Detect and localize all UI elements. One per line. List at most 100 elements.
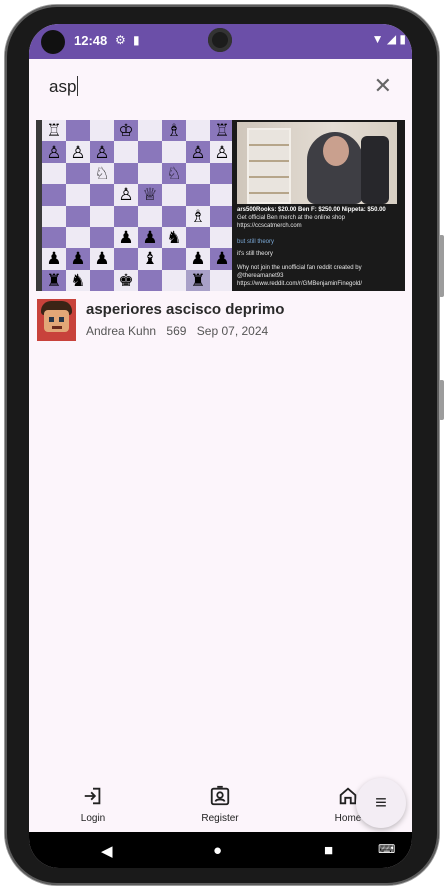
board-square bbox=[210, 205, 234, 227]
board-square bbox=[210, 226, 234, 249]
home-circle-icon[interactable]: ● bbox=[213, 842, 222, 859]
board-square bbox=[186, 162, 210, 185]
board-square bbox=[138, 120, 162, 142]
board-square: ♟ bbox=[114, 226, 138, 249]
video-list-item[interactable]: asperiores ascisco deprimo Andrea Kuhn 5… bbox=[37, 299, 407, 343]
video-thumbnail[interactable]: ♖ ♔ ♗ ♖ ♙ ♙ ♙ ♙ ♙ ♘ ♘ ♙ ♕ ♗ ♟ ♟ ♞ ♟ ♟ ♟ ♝ ♟ ♟ ♜ ♞ ♚ ♜ ars500Rooks:… bbox=[36, 120, 405, 291]
board-square bbox=[66, 162, 90, 185]
volume-button bbox=[439, 235, 444, 297]
board-square: ♙ bbox=[210, 141, 234, 163]
video-title[interactable]: asperiores ascisco deprimo bbox=[86, 301, 284, 318]
text-caret bbox=[77, 76, 79, 96]
board-square: ♟ bbox=[66, 248, 90, 270]
chat-line: ars500Rooks: $20.00 Ben F: $250.00 Nippe… bbox=[237, 207, 386, 213]
board-square: ♔ bbox=[114, 120, 138, 142]
board-square bbox=[90, 269, 114, 291]
board-square: ♕ bbox=[138, 184, 162, 206]
board-square: ♟ bbox=[42, 248, 66, 270]
login-icon bbox=[84, 787, 101, 805]
board-square bbox=[186, 120, 210, 142]
publish-date: Sep 07, 2024 bbox=[196, 324, 269, 338]
board-square: ♟ bbox=[90, 248, 114, 270]
chat-line: https://www.reddit.com/r/GMBenjaminFineg… bbox=[237, 281, 363, 287]
chat-line: but still theory bbox=[237, 239, 275, 245]
stream-panel: ars500Rooks: $20.00 Ben F: $250.00 Nippe… bbox=[232, 120, 405, 291]
board-square bbox=[66, 226, 90, 249]
author-name[interactable]: Andrea Kuhn bbox=[86, 324, 156, 338]
keyboard-icon[interactable]: ⌨ bbox=[378, 842, 395, 856]
webcam-view bbox=[237, 122, 397, 204]
signal-icon: ◢ bbox=[386, 32, 397, 46]
board-square bbox=[90, 205, 114, 227]
video-meta: Andrea Kuhn 569 Sep 07, 2024 bbox=[86, 324, 275, 338]
chat-overlay: ars500Rooks: $20.00 Ben F: $250.00 Nippe… bbox=[237, 206, 399, 289]
board-square bbox=[42, 205, 66, 227]
board-square bbox=[210, 184, 234, 206]
board-square bbox=[114, 248, 138, 270]
board-square: ♞ bbox=[66, 269, 90, 291]
front-camera-icon bbox=[208, 28, 232, 52]
search-input[interactable]: asp bbox=[49, 76, 79, 97]
avatar-mouth bbox=[52, 326, 62, 329]
board-square bbox=[66, 205, 90, 227]
board-square bbox=[162, 184, 186, 206]
camera-hole-icon bbox=[41, 30, 65, 54]
board-square bbox=[90, 120, 114, 142]
nav-register-label: Register bbox=[201, 813, 239, 824]
close-icon[interactable]: ✕ bbox=[374, 73, 392, 99]
board-square bbox=[90, 184, 114, 206]
recents-icon[interactable]: ■ bbox=[324, 842, 333, 859]
board-square: ♟ bbox=[138, 226, 162, 249]
board-square bbox=[186, 184, 210, 206]
streamer-face bbox=[323, 136, 349, 166]
gear-icon: ⚙ bbox=[115, 33, 126, 47]
board-square: ♞ bbox=[162, 226, 186, 249]
board-square bbox=[138, 141, 162, 163]
board-square: ♟ bbox=[186, 248, 210, 270]
view-count: 569 bbox=[166, 324, 187, 338]
streamer bbox=[307, 132, 363, 204]
board-square bbox=[162, 269, 186, 291]
board-square bbox=[210, 162, 234, 185]
nav-login-label: Login bbox=[80, 813, 106, 824]
nav-register[interactable]: Register bbox=[185, 785, 255, 824]
avatar-eye bbox=[59, 317, 64, 322]
back-icon[interactable]: ◀ bbox=[101, 842, 113, 860]
nav-login[interactable]: Login bbox=[58, 785, 128, 824]
avatar[interactable] bbox=[37, 299, 76, 341]
board-square bbox=[66, 184, 90, 206]
search-bar: asp ✕ bbox=[29, 59, 412, 115]
board-square bbox=[114, 162, 138, 185]
board-square bbox=[42, 226, 66, 249]
register-icon bbox=[210, 785, 230, 806]
board-square bbox=[138, 269, 162, 291]
board-square: ♙ bbox=[90, 141, 114, 163]
board-square: ♜ bbox=[186, 269, 210, 291]
board-square bbox=[162, 248, 186, 270]
system-navigation-bar: ◀ ● ■ ⌨ bbox=[29, 832, 412, 868]
status-right-icons: ▼ ◢ ▮ bbox=[372, 32, 406, 46]
board-square: ♘ bbox=[162, 162, 186, 185]
chat-line: it's still theory bbox=[237, 251, 273, 257]
board-square: ♚ bbox=[114, 269, 138, 291]
board-square bbox=[90, 226, 114, 249]
board-square: ♖ bbox=[42, 120, 66, 142]
battery-icon: ▮ bbox=[399, 32, 406, 46]
screen: 12:48 ⚙ ▮ ▼ ◢ ▮ asp ✕ ♖ ♔ ♗ ♖ ♙ ♙ ♙ ♙ ♙ ♘ ♘ ♙ ♕ ♗ ♟ ♟ ♞ ♟… bbox=[29, 24, 412, 868]
board-square: ♙ bbox=[66, 141, 90, 163]
board-square bbox=[138, 162, 162, 185]
menu-fab[interactable]: ≡ bbox=[356, 778, 406, 828]
board-square bbox=[42, 162, 66, 185]
bottom-navigation: Login Register Home bbox=[29, 779, 412, 832]
board-square: ♘ bbox=[90, 162, 114, 185]
board-square bbox=[114, 141, 138, 163]
board-square: ♟ bbox=[210, 248, 234, 270]
board-square: ♗ bbox=[162, 120, 186, 142]
chat-line: Get official Ben merch at the online sho… bbox=[237, 215, 345, 229]
gaming-chair bbox=[361, 136, 389, 204]
board-square: ♙ bbox=[186, 141, 210, 163]
phone-frame: 12:48 ⚙ ▮ ▼ ◢ ▮ asp ✕ ♖ ♔ ♗ ♖ ♙ ♙ ♙ ♙ ♙ ♘ ♘ ♙ ♕ ♗ ♟ ♟ ♞ ♟… bbox=[0, 0, 444, 891]
board-square: ♝ bbox=[138, 248, 162, 270]
bookshelf bbox=[247, 128, 291, 204]
status-time: 12:48 bbox=[74, 33, 108, 48]
